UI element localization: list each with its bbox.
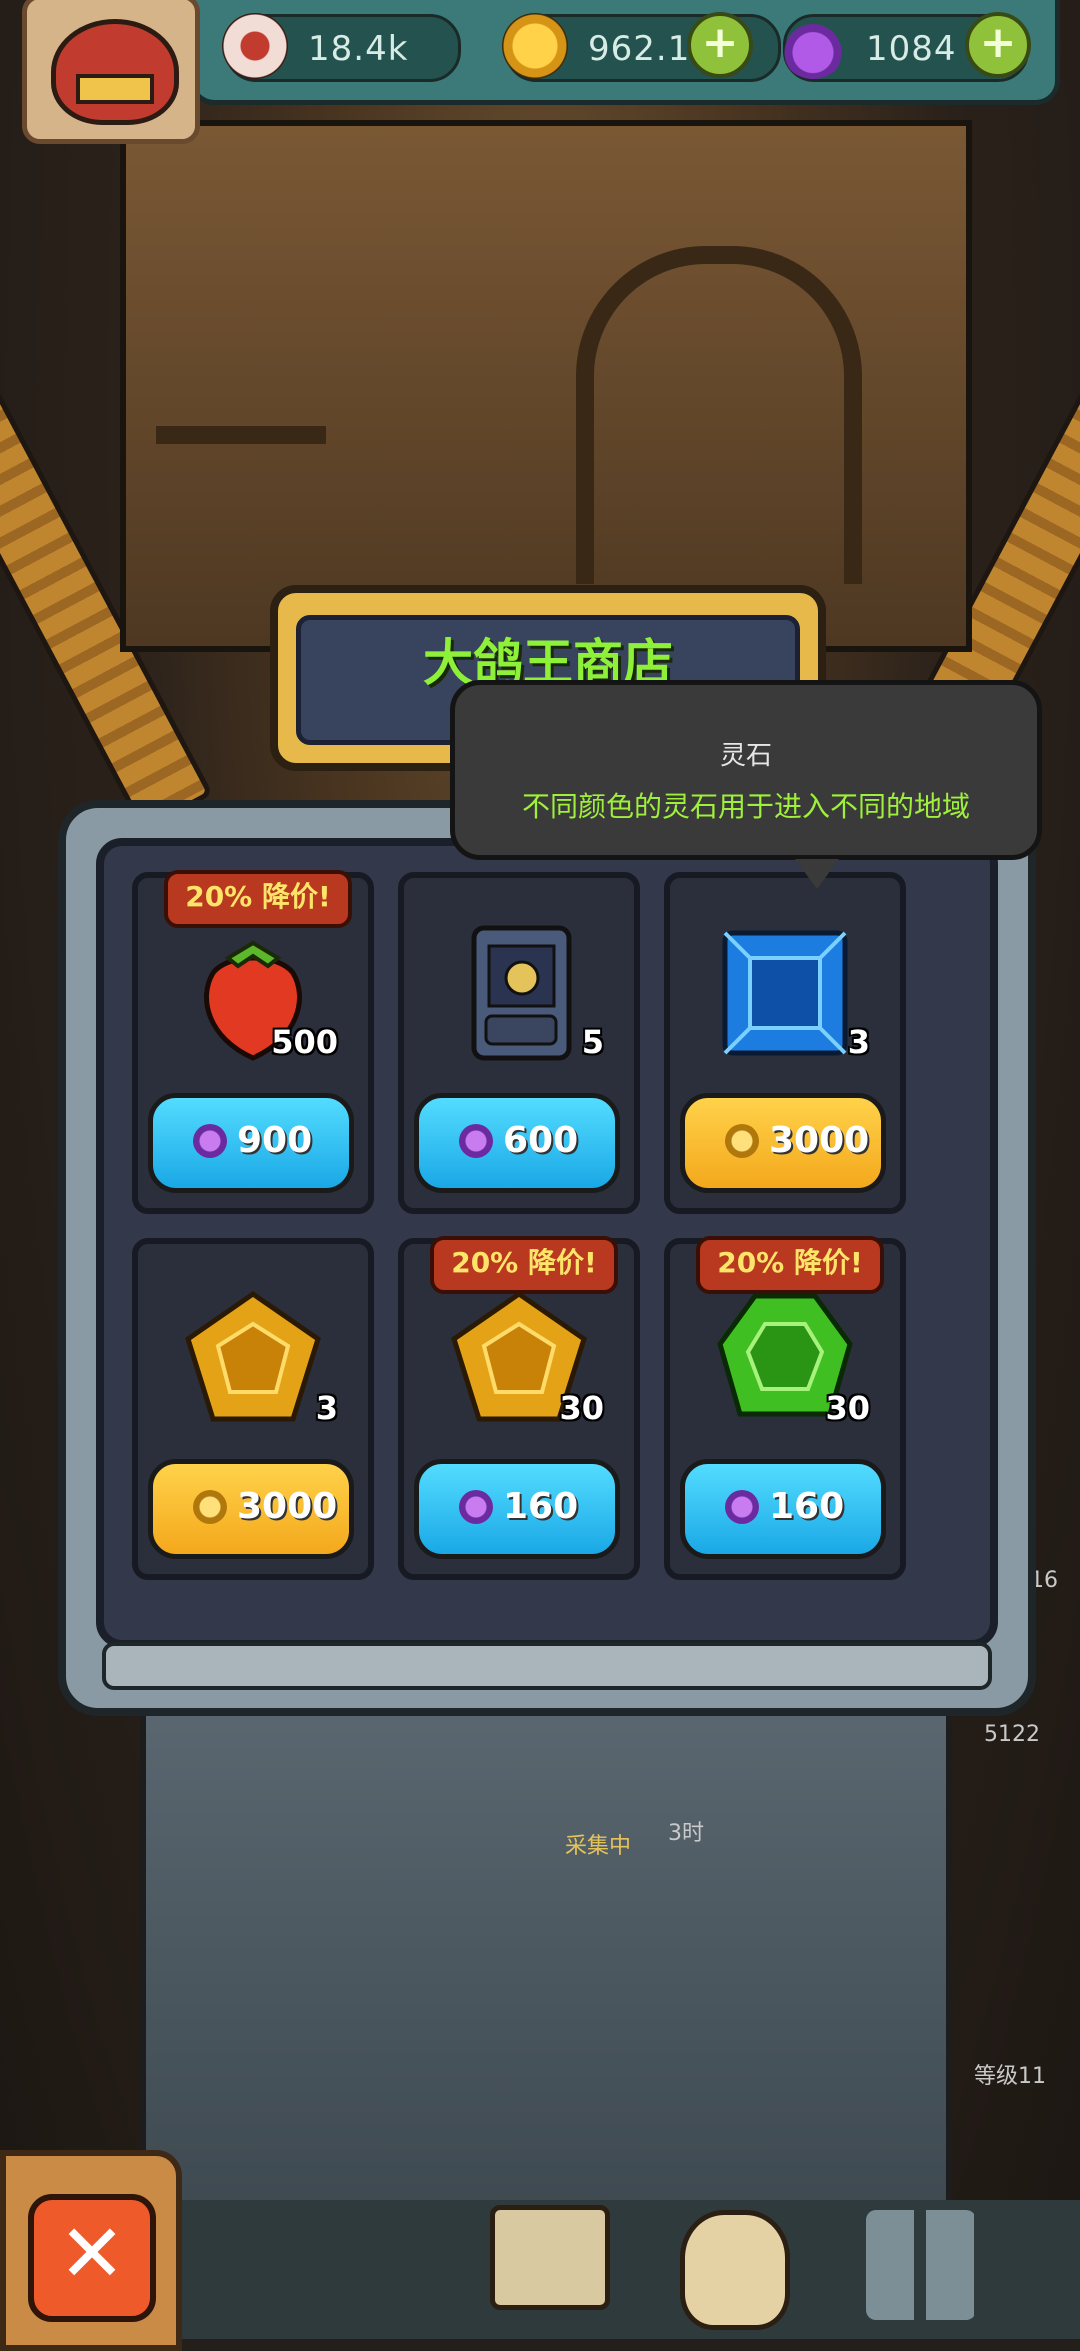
shop-item-blue-gem[interactable]: 3 3000 bbox=[664, 872, 906, 1214]
potion-count: 1084 bbox=[866, 29, 957, 69]
collect-time: 3时 bbox=[668, 1821, 704, 1846]
eyeball-icon bbox=[222, 13, 288, 79]
buy-button[interactable]: 900 bbox=[148, 1093, 354, 1193]
potion-icon bbox=[780, 13, 846, 79]
potion-icon bbox=[193, 1124, 227, 1158]
discount-badge: 20% 降价! bbox=[696, 1236, 884, 1294]
add-potions-button[interactable]: + bbox=[965, 12, 1031, 78]
player-avatar[interactable] bbox=[22, 0, 200, 144]
shop-item-card[interactable]: 5 600 bbox=[398, 872, 640, 1214]
buy-button[interactable]: 3000 bbox=[680, 1093, 886, 1193]
eye-count: 18.4k bbox=[308, 29, 409, 69]
potion-icon bbox=[459, 1490, 493, 1524]
buy-button[interactable]: 3000 bbox=[148, 1459, 354, 1559]
potion-icon bbox=[725, 1490, 759, 1524]
item-count: 30 bbox=[825, 1389, 870, 1427]
item-tooltip: 灵石 不同颜色的灵石用于进入不同的地域 bbox=[450, 680, 1042, 889]
discount-badge: 20% 降价! bbox=[430, 1236, 618, 1294]
buy-button[interactable]: 600 bbox=[414, 1093, 620, 1193]
gold-gem-icon bbox=[185, 1290, 321, 1422]
price-label: 3000 bbox=[237, 1486, 338, 1527]
level-label: 等级11 bbox=[974, 2064, 1046, 2089]
discount-badge: 20% 降价! bbox=[164, 870, 352, 928]
grid-menu-icon[interactable] bbox=[866, 2210, 976, 2320]
item-count: 3 bbox=[315, 1389, 338, 1427]
background-room bbox=[120, 120, 972, 652]
blue-gem-icon bbox=[722, 930, 848, 1056]
item-count: 5 bbox=[581, 1023, 604, 1061]
shop-panel: 500 900 20% 降价! 5 600 3 3000 3 3000 30 1… bbox=[58, 800, 1036, 1716]
item-count: 30 bbox=[559, 1389, 604, 1427]
item-count: 3 bbox=[847, 1023, 870, 1061]
buy-button[interactable]: 160 bbox=[414, 1459, 620, 1559]
shop-grid: 500 900 20% 降价! 5 600 3 3000 3 3000 30 1… bbox=[96, 838, 998, 1648]
resource-bar: 18.4k 962.1k + 1084 + bbox=[190, 0, 1060, 105]
price-label: 160 bbox=[503, 1486, 579, 1527]
close-panel: ✕ bbox=[0, 2150, 182, 2351]
tooltip-description: 不同颜色的灵石用于进入不同的地域 bbox=[521, 790, 970, 823]
shop-item-strawberry[interactable]: 500 900 20% 降价! bbox=[132, 870, 374, 1214]
coin-icon bbox=[725, 1124, 759, 1158]
shop-item-gold-gem[interactable]: 30 160 20% 降价! bbox=[398, 1236, 640, 1580]
side-count-5122: 5122 bbox=[984, 1722, 1040, 1747]
close-button[interactable]: ✕ bbox=[28, 2194, 156, 2322]
monster-face-icon bbox=[51, 19, 179, 125]
collecting-label: 采集中 bbox=[565, 1834, 632, 1859]
add-coins-button[interactable]: + bbox=[687, 12, 753, 78]
price-label: 600 bbox=[503, 1120, 579, 1161]
price-label: 160 bbox=[769, 1486, 845, 1527]
shop-item-green-gem[interactable]: 30 160 20% 降价! bbox=[664, 1236, 906, 1580]
buy-button[interactable]: 160 bbox=[680, 1459, 886, 1559]
price-label: 900 bbox=[237, 1120, 313, 1161]
shop-item-gold-gem[interactable]: 3 3000 bbox=[132, 1238, 374, 1580]
bag-icon[interactable] bbox=[680, 2210, 790, 2330]
item-count: 500 bbox=[271, 1023, 338, 1061]
price-label: 3000 bbox=[769, 1120, 870, 1161]
tooltip-title: 灵石 bbox=[719, 741, 772, 771]
book-icon[interactable] bbox=[490, 2205, 610, 2310]
eye-counter: 18.4k bbox=[222, 13, 461, 82]
card-icon bbox=[471, 925, 572, 1061]
coin-icon bbox=[502, 13, 568, 79]
background-pond-room bbox=[140, 1700, 952, 2252]
coin-icon bbox=[193, 1490, 227, 1524]
potion-icon bbox=[459, 1124, 493, 1158]
